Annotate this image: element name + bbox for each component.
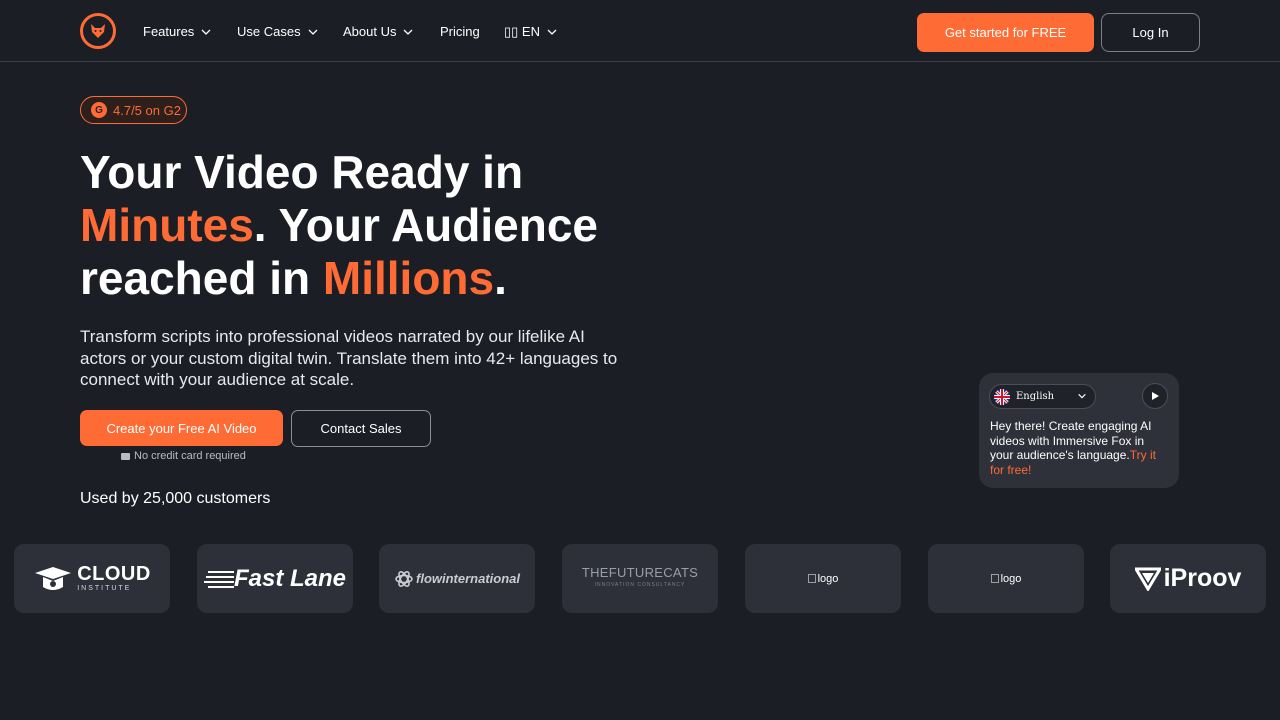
logo-fast-lane: Fast Lane xyxy=(197,544,353,613)
future-cats-text: THEFUTURECATS xyxy=(581,564,699,580)
nav-pricing[interactable]: Pricing xyxy=(440,24,480,39)
broken-image: logo xyxy=(990,572,1022,585)
broken-image-icon xyxy=(990,574,999,583)
login-button[interactable]: Log In xyxy=(1101,13,1200,52)
nav-use-cases-label: Use Cases xyxy=(237,24,301,39)
logo-broken-image-2: logo xyxy=(928,544,1084,613)
language-dropdown[interactable]: English xyxy=(989,384,1096,409)
headline-accent-minutes: Minutes xyxy=(80,199,254,251)
nav-pricing-label: Pricing xyxy=(440,24,480,39)
headline-line-1: Your Video Ready in xyxy=(80,146,524,198)
speed-lines-icon xyxy=(203,570,234,588)
g2-icon: G xyxy=(91,102,107,118)
chevron-down-icon xyxy=(547,29,557,35)
get-started-button[interactable]: Get started for FREE xyxy=(917,13,1094,52)
language-label: English xyxy=(1016,391,1055,402)
nav-about-us-label: About Us xyxy=(343,24,397,39)
nav-features-label: Features xyxy=(143,24,195,39)
chevron-down-icon xyxy=(308,29,318,35)
headline-accent-millions: Millions xyxy=(322,252,495,304)
chevron-down-icon xyxy=(201,29,211,35)
future-cats-subtext: INNOVATION CONSULTANCY xyxy=(594,581,686,588)
uk-flag-icon xyxy=(994,388,1010,405)
nav-use-cases[interactable]: Use Cases xyxy=(237,24,319,39)
chat-message: Hey there! Create engaging AI videos wit… xyxy=(990,419,1170,477)
no-credit-card-text: No credit card required xyxy=(134,450,246,462)
credit-card-icon xyxy=(121,452,130,460)
hero-subtext: Transform scripts into professional vide… xyxy=(80,327,618,389)
contact-sales-button[interactable]: Contact Sales xyxy=(291,410,431,447)
fast-lane-text: Fast Lane xyxy=(233,564,347,592)
chat-preview-card: English Hey there! Create engaging AI vi… xyxy=(979,373,1179,488)
logo-future-cats: THEFUTURECATS INNOVATION CONSULTANCY xyxy=(562,544,718,613)
no-credit-card-note: No credit card required xyxy=(121,450,246,462)
rating-text: 4.7/5 on G2 xyxy=(113,102,181,118)
nav-about-us[interactable]: About Us xyxy=(343,24,414,39)
nav-language-selector[interactable]: ▯▯ EN xyxy=(504,24,558,40)
graduation-cap-icon xyxy=(35,566,72,590)
play-icon xyxy=(1152,392,1159,400)
broken-image-icon xyxy=(807,574,816,583)
institute-text: INSTITUTE xyxy=(77,585,132,592)
fox-logo-icon[interactable] xyxy=(80,13,116,49)
atom-icon xyxy=(395,570,413,587)
logo-iproov: iProov xyxy=(1110,544,1266,613)
chevron-down-icon xyxy=(1078,393,1086,399)
nav-features[interactable]: Features xyxy=(143,24,212,39)
headline-line-3-start: reached in xyxy=(80,252,323,304)
hero-headline: Your Video Ready in Minutes. Your Audien… xyxy=(80,146,680,305)
logo-cloud-institute: CLOUD INSTITUTE xyxy=(14,544,170,613)
g2-rating-badge[interactable]: G 4.7/5 on G2 xyxy=(80,96,187,124)
chat-message-text: Hey there! Create engaging AI videos wit… xyxy=(990,419,1152,462)
logo-broken-image-1: logo xyxy=(745,544,901,613)
nav-language-label: ▯▯ EN xyxy=(504,24,540,39)
chevron-down-icon xyxy=(404,29,413,35)
used-by-text: Used by 25,000 customers xyxy=(80,490,271,507)
headline-line-3-end: . xyxy=(494,252,507,304)
cloud-text: CLOUD xyxy=(77,563,151,585)
play-button[interactable] xyxy=(1142,383,1168,409)
create-video-button[interactable]: Create your Free AI Video xyxy=(80,410,283,446)
broken-image-alt: logo xyxy=(817,572,839,585)
headline-line-2-rest: . Your Audience xyxy=(253,199,598,251)
logo-flow-international: flowinternational xyxy=(379,544,535,613)
broken-image: logo xyxy=(807,572,839,585)
iproov-v-icon xyxy=(1134,567,1161,591)
flow-text: flowinternational xyxy=(416,571,520,586)
iproov-text: iProov xyxy=(1163,564,1242,592)
top-navbar: Features Use Cases About Us Pricing ▯▯ E… xyxy=(0,0,1280,62)
broken-image-alt: logo xyxy=(1000,572,1022,585)
